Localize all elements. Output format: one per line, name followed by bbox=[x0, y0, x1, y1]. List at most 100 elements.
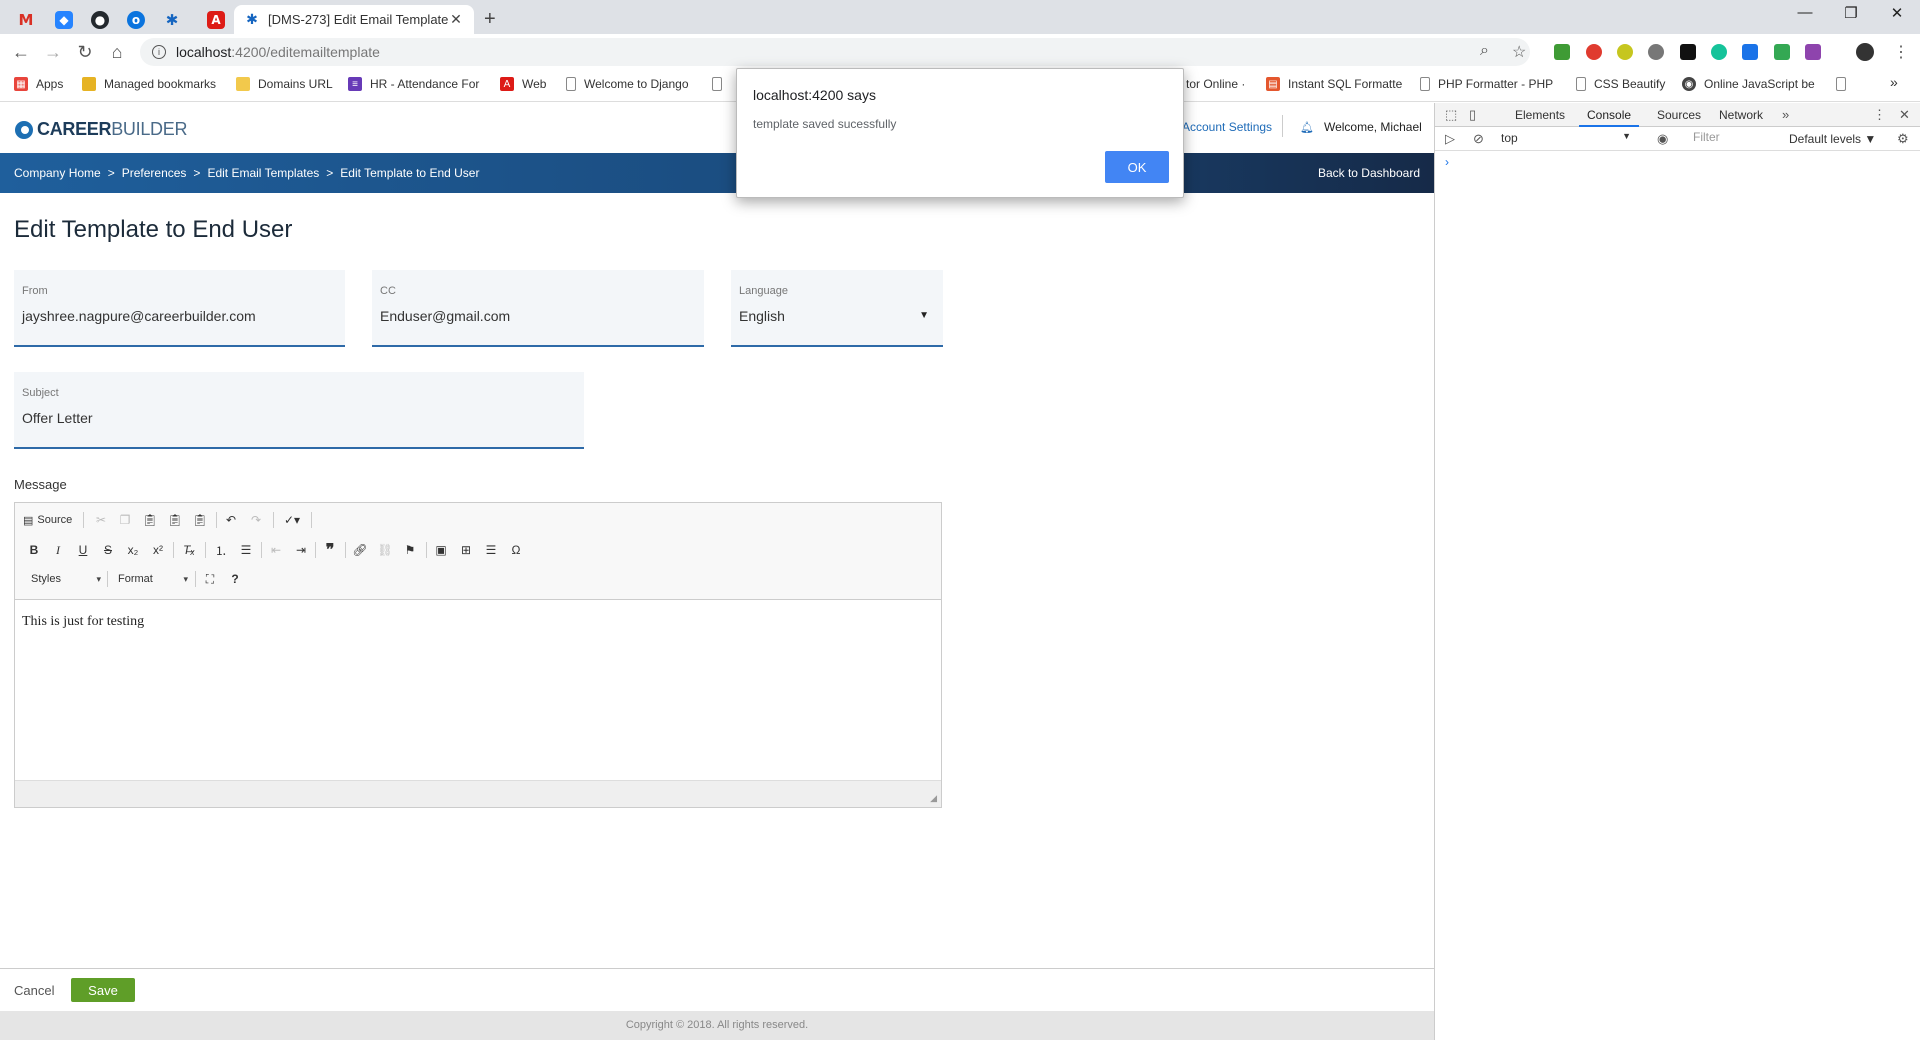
language-select[interactable]: Language English ▼ bbox=[731, 270, 943, 347]
bookmark-php[interactable]: PHP Formatter - PHP bbox=[1420, 77, 1553, 91]
restore-button[interactable]: ❐ bbox=[1828, 4, 1874, 22]
bookmark-hr[interactable]: ≡ HR - Attendance For bbox=[348, 77, 479, 91]
underline-icon[interactable]: U bbox=[72, 540, 94, 560]
bookmark-managed[interactable]: Managed bookmarks bbox=[82, 77, 216, 91]
device-toolbar-icon[interactable]: ▯ bbox=[1469, 107, 1476, 123]
new-tab-button[interactable]: + bbox=[484, 8, 496, 31]
bell-icon[interactable]: 🔔︎ bbox=[1300, 121, 1314, 134]
maximize-icon[interactable]: ⛶ bbox=[199, 569, 221, 589]
spellcheck-icon[interactable]: ✓▾ bbox=[277, 510, 307, 530]
link-icon[interactable]: 🔗︎ bbox=[349, 540, 371, 560]
bookmark-web[interactable]: A Web bbox=[500, 77, 546, 91]
bulleted-list-icon[interactable]: ☰ bbox=[235, 540, 257, 560]
bookmark-star-icon[interactable]: ☆ bbox=[1512, 42, 1526, 62]
bookmark-css[interactable]: CSS Beautify bbox=[1576, 77, 1665, 91]
clear-console-icon[interactable]: ⊘ bbox=[1473, 131, 1484, 147]
strikethrough-icon[interactable]: S bbox=[97, 540, 119, 560]
extension-opera-icon[interactable] bbox=[1586, 44, 1602, 60]
undo-icon[interactable]: ↶ bbox=[220, 510, 242, 530]
context-selector[interactable]: top ▼ bbox=[1501, 131, 1631, 145]
extension-icon-4[interactable] bbox=[1648, 44, 1664, 60]
help-icon[interactable]: ? bbox=[224, 569, 246, 589]
anchor-flag-icon[interactable]: ⚑ bbox=[399, 540, 421, 560]
from-value[interactable]: jayshree.nagpure@careerbuilder.com bbox=[22, 308, 256, 324]
back-icon[interactable]: ← bbox=[10, 42, 32, 63]
format-dropdown[interactable]: Format ▾ bbox=[118, 569, 188, 589]
breadcrumb-preferences[interactable]: Preferences bbox=[122, 166, 187, 180]
zoom-icon[interactable]: ⌕ bbox=[1480, 42, 1489, 60]
angular-tab[interactable]: A bbox=[198, 5, 234, 34]
language-value[interactable]: English bbox=[739, 308, 785, 324]
blockquote-icon[interactable]: ❞ bbox=[319, 540, 341, 560]
special-character-icon[interactable]: Ω bbox=[505, 540, 527, 560]
cancel-button[interactable]: Cancel bbox=[14, 983, 54, 998]
italic-icon[interactable]: I bbox=[47, 540, 69, 560]
forward-icon[interactable]: → bbox=[42, 42, 64, 63]
cc-value[interactable]: Enduser@gmail.com bbox=[380, 308, 510, 324]
editor-content-area[interactable]: This is just for testing bbox=[15, 600, 941, 780]
paste-icon[interactable]: 📋︎ bbox=[139, 510, 161, 530]
extension-icon-9[interactable] bbox=[1805, 44, 1821, 60]
account-settings-link[interactable]: Account Settings bbox=[1182, 120, 1272, 134]
address-bar[interactable]: i localhost :4200/editemailtemplate bbox=[140, 38, 1530, 66]
superscript-icon[interactable]: x² bbox=[147, 540, 169, 560]
alert-ok-button[interactable]: OK bbox=[1105, 151, 1169, 183]
cut-icon[interactable]: ✂ bbox=[90, 510, 112, 530]
styles-dropdown[interactable]: Styles ▾ bbox=[31, 569, 101, 589]
github-tab[interactable]: ● bbox=[82, 5, 118, 34]
devtools-menu-icon[interactable]: ⋮ bbox=[1873, 107, 1886, 123]
devtools-close-icon[interactable]: ✕ bbox=[1899, 107, 1910, 123]
console-settings-gear-icon[interactable]: ⚙ bbox=[1897, 131, 1909, 147]
paste-text-icon[interactable]: 📋︎ bbox=[164, 510, 186, 530]
bookmark-tor[interactable]: tor Online · bbox=[1186, 77, 1245, 91]
extension-icon-3[interactable] bbox=[1617, 44, 1633, 60]
close-window-button[interactable]: ✕ bbox=[1874, 4, 1920, 22]
gmail-tab[interactable]: M bbox=[8, 5, 44, 34]
extension-icon-7[interactable] bbox=[1742, 44, 1758, 60]
horizontal-line-icon[interactable]: ☰ bbox=[480, 540, 502, 560]
bookmarks-overflow-icon[interactable]: » bbox=[1890, 74, 1898, 90]
console-filter-input[interactable]: Filter bbox=[1687, 130, 1783, 147]
inspect-element-icon[interactable]: ⬚ bbox=[1445, 107, 1457, 123]
active-tab[interactable]: ✱ [DMS-273] Edit Email Templates ✕ bbox=[234, 5, 474, 34]
breadcrumb-edit-email-templates[interactable]: Edit Email Templates bbox=[207, 166, 319, 180]
console-prompt[interactable]: › bbox=[1445, 155, 1449, 169]
copy-icon[interactable]: ❐ bbox=[114, 510, 136, 530]
subject-value[interactable]: Offer Letter bbox=[22, 410, 93, 426]
extension-icon-8[interactable] bbox=[1774, 44, 1790, 60]
extension-grammarly-icon[interactable] bbox=[1711, 44, 1727, 60]
image-icon[interactable]: ▣ bbox=[430, 540, 452, 560]
extension-css-icon[interactable] bbox=[1554, 44, 1570, 60]
dropdown-caret-icon[interactable]: ▼ bbox=[919, 310, 929, 321]
editor-body-text[interactable]: This is just for testing bbox=[22, 614, 144, 630]
bookmark-js[interactable]: ◉ Online JavaScript be bbox=[1682, 77, 1815, 91]
bookmark-sql[interactable]: ▤ Instant SQL Formatte bbox=[1266, 77, 1402, 91]
bookmark-page[interactable] bbox=[712, 77, 730, 91]
from-field[interactable]: From jayshree.nagpure@careerbuilder.com bbox=[14, 270, 345, 347]
log-levels-dropdown[interactable]: Default levels ▼ bbox=[1789, 132, 1876, 146]
bookmark-domains[interactable]: Domains URL bbox=[236, 77, 333, 91]
careerbuilder-logo[interactable]: CAREER BUILDER bbox=[15, 119, 187, 140]
tab-network[interactable]: Network bbox=[1719, 108, 1763, 122]
tab-elements[interactable]: Elements bbox=[1515, 108, 1565, 122]
numbered-list-icon[interactable]: ⒈ bbox=[210, 540, 232, 560]
site-info-icon[interactable]: i bbox=[152, 45, 166, 59]
paste-word-icon[interactable]: 📋︎ bbox=[189, 510, 211, 530]
remove-format-icon[interactable]: T̶ₓ bbox=[178, 540, 200, 560]
jira-tab[interactable]: ◆ bbox=[46, 5, 82, 34]
reload-icon[interactable]: ↻ bbox=[74, 42, 96, 63]
back-to-dashboard-link[interactable]: Back to Dashboard bbox=[1318, 166, 1420, 180]
tab-close-icon[interactable]: ✕ bbox=[448, 11, 464, 28]
breadcrumb-company-home[interactable]: Company Home bbox=[14, 166, 101, 180]
indent-icon[interactable]: ⇥ bbox=[290, 540, 312, 560]
pinned-tab-4[interactable]: o bbox=[118, 5, 154, 34]
subscript-icon[interactable]: x₂ bbox=[122, 540, 144, 560]
bold-icon[interactable]: B bbox=[23, 540, 45, 560]
save-button[interactable]: Save bbox=[71, 978, 135, 1002]
bookmark-apps[interactable]: ▦ Apps bbox=[14, 77, 63, 91]
tab-sources[interactable]: Sources bbox=[1657, 108, 1701, 122]
menu-kebab-icon[interactable]: ⋮ bbox=[1893, 42, 1909, 62]
bookmark-django[interactable]: Welcome to Django bbox=[566, 77, 689, 91]
outdent-icon[interactable]: ⇤ bbox=[265, 540, 287, 560]
live-expression-eye-icon[interactable]: ◉ bbox=[1657, 131, 1668, 147]
